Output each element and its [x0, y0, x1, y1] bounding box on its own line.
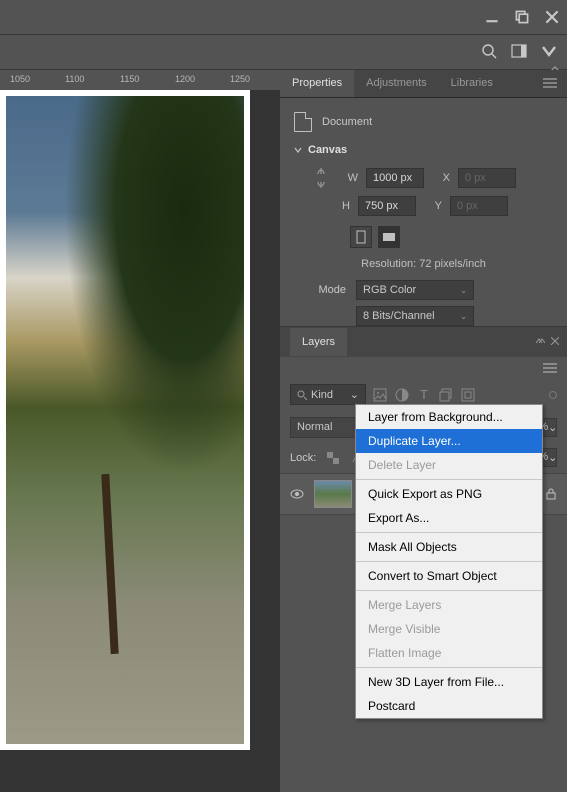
color-mode-select[interactable]: RGB Color⌄: [356, 280, 474, 300]
menu-item: Merge Layers: [356, 593, 542, 617]
menu-separator: [356, 590, 542, 591]
minimize-button[interactable]: [485, 10, 499, 24]
menu-item: Flatten Image: [356, 641, 542, 665]
menu-item[interactable]: Postcard: [356, 694, 542, 718]
close-button[interactable]: [545, 10, 559, 24]
filter-type-icon[interactable]: T: [416, 387, 432, 403]
menu-item: Delete Layer: [356, 453, 542, 477]
tab-adjustments[interactable]: Adjustments: [354, 70, 439, 97]
menu-item[interactable]: New 3D Layer from File...: [356, 670, 542, 694]
ruler-label: 1150: [120, 74, 139, 84]
canvas-section-title: Canvas: [308, 144, 347, 156]
width-label: W: [340, 172, 358, 184]
document-canvas[interactable]: [0, 90, 250, 750]
visibility-icon[interactable]: [290, 487, 304, 501]
properties-panel: Document Canvas W 1000 px X 0 px H 750 p…: [280, 98, 567, 350]
horizontal-ruler[interactable]: 1050 1100 1150 1200 1250: [0, 70, 280, 90]
window-titlebar: [0, 0, 567, 34]
chevron-down-icon: [294, 146, 302, 154]
filter-pixel-icon[interactable]: [372, 387, 388, 403]
y-label: Y: [424, 200, 442, 212]
menu-item[interactable]: Layer from Background...: [356, 405, 542, 429]
document-icon: [294, 112, 312, 132]
x-input[interactable]: 0 px: [458, 168, 516, 188]
filter-kind-select[interactable]: Kind⌄: [290, 384, 366, 405]
chevron-down-icon[interactable]: [541, 43, 557, 62]
menu-item: Merge Visible: [356, 617, 542, 641]
document-label: Document: [322, 116, 372, 128]
tab-properties[interactable]: Properties: [280, 70, 354, 97]
tab-libraries[interactable]: Libraries: [439, 70, 505, 97]
collapse-panel-icon[interactable]: [535, 336, 545, 348]
search-icon[interactable]: [481, 43, 497, 62]
document-header: Document: [294, 108, 553, 144]
menu-separator: [356, 532, 542, 533]
menu-item[interactable]: Convert to Smart Object: [356, 564, 542, 588]
filter-adjustment-icon[interactable]: [394, 387, 410, 403]
options-bar: [0, 34, 567, 70]
workspace-icon[interactable]: [511, 43, 527, 62]
height-input[interactable]: 750 px: [358, 196, 416, 216]
menu-separator: [356, 561, 542, 562]
layer-context-menu: Layer from Background...Duplicate Layer.…: [355, 404, 543, 719]
menu-separator: [356, 667, 542, 668]
resolution-label: Resolution: 72 pixels/inch: [294, 258, 553, 270]
tab-layers[interactable]: Layers: [290, 328, 347, 356]
canvas-area: 1050 1100 1150 1200 1250: [0, 70, 280, 792]
x-label: X: [432, 172, 450, 184]
panel-menu-icon[interactable]: [533, 70, 567, 97]
orientation-portrait-button[interactable]: [350, 226, 372, 248]
menu-separator: [356, 479, 542, 480]
panel-tabs: Properties Adjustments Libraries: [280, 70, 567, 98]
filter-smartobject-icon[interactable]: [460, 387, 476, 403]
search-icon: [297, 390, 307, 400]
link-dimensions-icon[interactable]: [314, 166, 328, 190]
image-content: [6, 96, 244, 744]
ruler-label: 1200: [175, 74, 195, 84]
layer-thumbnail[interactable]: [314, 480, 352, 508]
panel-menu-icon[interactable]: [543, 363, 557, 376]
canvas-section-header[interactable]: Canvas: [294, 144, 553, 156]
height-label: H: [332, 200, 350, 212]
mode-label: Mode: [302, 284, 346, 296]
filter-shape-icon[interactable]: [438, 387, 454, 403]
menu-item[interactable]: Duplicate Layer...: [356, 429, 542, 453]
maximize-button[interactable]: [515, 10, 529, 24]
menu-item[interactable]: Mask All Objects: [356, 535, 542, 559]
filter-toggle[interactable]: [549, 391, 557, 399]
ruler-label: 1100: [65, 74, 84, 84]
menu-item[interactable]: Quick Export as PNG: [356, 482, 542, 506]
close-panel-icon[interactable]: [551, 336, 559, 348]
width-input[interactable]: 1000 px: [366, 168, 424, 188]
lock-label: Lock:: [290, 452, 316, 464]
orientation-landscape-button[interactable]: [378, 226, 400, 248]
ruler-label: 1050: [10, 74, 30, 84]
lock-icon: [545, 488, 557, 500]
menu-item[interactable]: Export As...: [356, 506, 542, 530]
ruler-label: 1250: [230, 74, 250, 84]
bit-depth-select[interactable]: 8 Bits/Channel⌄: [356, 306, 474, 326]
y-input[interactable]: 0 px: [450, 196, 508, 216]
lock-transparency-icon[interactable]: [326, 451, 340, 465]
